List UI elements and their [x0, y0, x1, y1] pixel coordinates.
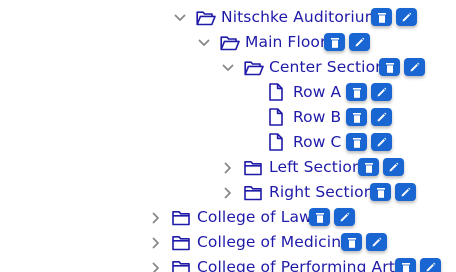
file-icon	[269, 82, 283, 102]
node-actions	[309, 208, 355, 226]
trash-icon	[364, 158, 373, 177]
edit-button[interactable]	[395, 183, 416, 201]
delete-button[interactable]	[370, 183, 391, 201]
folder-open-icon	[196, 8, 216, 28]
edit-button[interactable]	[371, 83, 392, 101]
node-label[interactable]: College of Medicine	[197, 230, 351, 255]
pencil-icon	[376, 133, 387, 152]
tree-node: College of Medicine	[0, 230, 456, 255]
node-actions	[358, 158, 404, 176]
trash-icon	[330, 33, 339, 52]
tree-node: College of Law	[0, 205, 456, 230]
edit-button[interactable]	[349, 33, 370, 51]
delete-button[interactable]	[346, 133, 367, 151]
delete-button[interactable]	[309, 208, 330, 226]
tree-node: Row C	[0, 130, 456, 155]
pencil-icon	[376, 83, 387, 102]
trash-icon	[352, 83, 361, 102]
file-icon	[269, 132, 283, 152]
node-label[interactable]: Row C	[293, 130, 341, 155]
chevron-right-icon[interactable]	[146, 208, 166, 228]
node-label[interactable]: Left Section	[269, 155, 362, 180]
trash-icon	[352, 133, 361, 152]
pencil-icon	[376, 108, 387, 127]
trash-icon	[385, 58, 394, 77]
node-label[interactable]: College of Law	[197, 205, 312, 230]
delete-button[interactable]	[324, 33, 345, 51]
node-actions	[379, 58, 425, 76]
node-actions	[346, 83, 392, 101]
node-label[interactable]: Right Section	[269, 180, 374, 205]
pencil-icon	[401, 8, 412, 27]
delete-button[interactable]	[371, 8, 392, 26]
tree-node: Center Section	[0, 55, 456, 80]
folder-icon	[172, 233, 190, 253]
chevron-right-icon[interactable]	[146, 258, 166, 272]
edit-button[interactable]	[404, 58, 425, 76]
pencil-icon	[400, 183, 411, 202]
chevron-down-icon[interactable]	[194, 33, 214, 53]
trash-icon	[401, 258, 410, 272]
tree-node: Main Floor	[0, 30, 456, 55]
edit-button[interactable]	[396, 8, 417, 26]
trash-icon	[376, 183, 385, 202]
edit-button[interactable]	[371, 133, 392, 151]
node-actions	[370, 183, 416, 201]
node-label[interactable]: Row B	[293, 105, 341, 130]
node-label[interactable]: College of Performing Arts	[197, 255, 403, 272]
chevron-down-icon[interactable]	[218, 58, 238, 78]
tree-node: Left Section	[0, 155, 456, 180]
trash-icon	[352, 108, 361, 127]
delete-button[interactable]	[395, 258, 416, 272]
node-actions	[371, 8, 417, 26]
folder-icon	[172, 208, 190, 228]
tree-node: Nitschke Auditorium	[0, 5, 456, 30]
node-label[interactable]: Nitschke Auditorium	[221, 5, 380, 30]
edit-button[interactable]	[383, 158, 404, 176]
pencil-icon	[339, 208, 350, 227]
pencil-icon	[425, 258, 436, 272]
folder-open-icon	[244, 58, 264, 78]
edit-button[interactable]	[420, 258, 441, 272]
node-actions	[346, 133, 392, 151]
node-actions	[395, 258, 441, 272]
tree-view: Nitschke Auditorium Main Floor Center Se…	[0, 0, 456, 272]
trash-icon	[315, 208, 324, 227]
delete-button[interactable]	[379, 58, 400, 76]
delete-button[interactable]	[346, 108, 367, 126]
folder-icon	[244, 183, 262, 203]
edit-button[interactable]	[366, 233, 387, 251]
folder-open-icon	[220, 33, 240, 53]
node-actions	[341, 233, 387, 251]
file-icon	[269, 107, 283, 127]
chevron-down-icon[interactable]	[170, 8, 190, 28]
tree-node: College of Performing Arts	[0, 255, 456, 272]
edit-button[interactable]	[334, 208, 355, 226]
edit-button[interactable]	[371, 108, 392, 126]
chevron-right-icon[interactable]	[146, 233, 166, 253]
node-actions	[324, 33, 370, 51]
node-label[interactable]: Main Floor	[245, 30, 327, 55]
trash-icon	[347, 233, 356, 252]
node-label[interactable]: Center Section	[269, 55, 385, 80]
tree-node: Row B	[0, 105, 456, 130]
pencil-icon	[388, 158, 399, 177]
trash-icon	[377, 8, 386, 27]
tree-node: Row A	[0, 80, 456, 105]
chevron-right-icon[interactable]	[218, 183, 238, 203]
node-actions	[346, 108, 392, 126]
delete-button[interactable]	[346, 83, 367, 101]
delete-button[interactable]	[358, 158, 379, 176]
delete-button[interactable]	[341, 233, 362, 251]
tree-node: Right Section	[0, 180, 456, 205]
pencil-icon	[354, 33, 365, 52]
node-label[interactable]: Row A	[293, 80, 341, 105]
chevron-right-icon[interactable]	[218, 158, 238, 178]
pencil-icon	[371, 233, 382, 252]
pencil-icon	[409, 58, 420, 77]
folder-icon	[172, 258, 190, 272]
folder-icon	[244, 158, 262, 178]
